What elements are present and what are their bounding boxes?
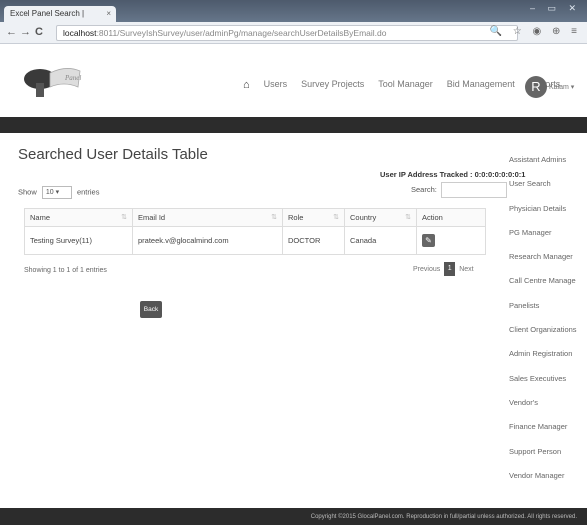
pager-current-page[interactable]: 1 (444, 262, 456, 276)
column-header-name[interactable]: Name ⇅ (24, 208, 133, 227)
logo-text: Panel (64, 74, 81, 82)
sidebar-item-admin-registration[interactable]: Admin Registration (504, 342, 587, 366)
avatar[interactable]: R (525, 76, 547, 98)
window-controls[interactable]: ‒ ▭ ✕ (530, 3, 581, 14)
column-header-role[interactable]: Role ⇅ (282, 208, 345, 227)
header-divider-bar (0, 117, 587, 133)
table-info: Showing 1 to 1 of 1 entries (24, 267, 107, 274)
sidebar-item-pg-manager[interactable]: PG Manager (504, 221, 587, 245)
sort-icon[interactable]: ⇅ (405, 213, 411, 221)
sidebar-item-panelists[interactable]: Panelists (504, 294, 587, 318)
nav-users[interactable]: Users (264, 79, 288, 91)
home-icon[interactable]: ⌂ (243, 79, 250, 91)
close-icon[interactable]: × (106, 9, 111, 18)
sort-icon[interactable]: ⇅ (333, 213, 339, 221)
sidebar-item-sales-executives[interactable]: Sales Executives (504, 367, 587, 391)
entries-label: entries (76, 187, 100, 197)
table-header-row: Name ⇅ Email Id ⇅ Role ⇅ Country ⇅ Action (24, 208, 486, 227)
url-path: :8011/SurveyIshSurvey/user/adminPg/manag… (96, 28, 387, 38)
user-details-table: Name ⇅ Email Id ⇅ Role ⇅ Country ⇅ Action Te… (24, 208, 486, 255)
sidebar-item-user-search[interactable]: User Search (504, 172, 587, 196)
table-row: Testing Survey(11) prateek.v@glocalmind.… (24, 226, 486, 255)
browser-toolbar: ← → C localhost:8011/SurveyIshSurvey/use… (0, 22, 587, 44)
pagination: Previous 1 Next (413, 262, 474, 276)
cell-action: ✎ (416, 226, 486, 255)
column-header-action: Action (416, 208, 486, 227)
top-nav: ⌂ Users Survey Projects Tool Manager Bid… (243, 79, 560, 91)
forward-arrow-icon[interactable]: → (20, 26, 31, 38)
back-button[interactable]: Back (140, 301, 162, 318)
nav-tool-manager[interactable]: Tool Manager (378, 79, 433, 91)
sidebar-item-finance-manager[interactable]: Finance Manager (504, 415, 587, 439)
sidebar-item-call-centre-manager[interactable]: Call Centre Manage (504, 269, 587, 293)
cell-role: DOCTOR (282, 226, 345, 255)
page-title: Searched User Details Table (18, 146, 208, 163)
show-label: Show (18, 187, 37, 197)
sort-icon[interactable]: ⇅ (121, 213, 127, 221)
browser-tab-title: Excel Panel Search | (10, 9, 85, 18)
toolbar-icons[interactable]: 🔍 ☆ ◉ ⊕ ≡ (490, 26, 581, 37)
sidebar-item-support-person[interactable]: Support Person (504, 440, 587, 464)
logo-icon[interactable]: Panel (20, 57, 84, 103)
address-bar[interactable]: localhost:8011/SurveyIshSurvey/user/admi… (56, 25, 518, 41)
right-sidebar: Assistant Admins User Search Physician D… (504, 148, 587, 488)
footer: Copyright ©2015 GlocalPanel.com. Reprodu… (0, 508, 587, 525)
nav-bid-management[interactable]: Bid Management (447, 79, 515, 91)
browser-tabstrip: Excel Panel Search | × ‒ ▭ ✕ (0, 0, 587, 22)
pager-next[interactable]: Next (459, 266, 473, 273)
sidebar-item-physician-details[interactable]: Physician Details (504, 197, 587, 221)
column-header-email[interactable]: Email Id ⇅ (132, 208, 283, 227)
sidebar-item-vendors[interactable]: Vendor's (504, 391, 587, 415)
site-header: Panel ⌂ Users Survey Projects Tool Manag… (0, 45, 587, 115)
url-host: localhost (63, 28, 97, 38)
sort-icon[interactable]: ⇅ (271, 213, 277, 221)
sidebar-item-research-manager[interactable]: Research Manager (504, 245, 587, 269)
nav-survey-projects[interactable]: Survey Projects (301, 79, 364, 91)
cell-country: Canada (344, 226, 417, 255)
entries-select-value: 10 (45, 189, 54, 196)
table-search: Search: (411, 182, 507, 198)
pager-previous[interactable]: Previous (413, 266, 440, 273)
back-arrow-icon[interactable]: ← (6, 26, 17, 38)
search-input[interactable] (440, 182, 507, 198)
sidebar-item-client-organizations[interactable]: Client Organizations (504, 318, 587, 342)
show-entries: Show 10 ▾ entries (18, 186, 99, 199)
sidebar-item-vendor-manager[interactable]: Vendor Manager (504, 464, 587, 488)
reload-icon[interactable]: C (35, 26, 43, 38)
cell-name: Testing Survey(11) (24, 226, 133, 255)
search-label: Search: (411, 184, 437, 194)
cell-email: prateek.v@glocalmind.com (132, 226, 283, 255)
sidebar-item-assistant-admins[interactable]: Assistant Admins (504, 148, 587, 172)
edit-icon[interactable]: ✎ (422, 234, 435, 247)
main-content: Searched User Details Table User IP Addr… (18, 146, 525, 318)
column-header-country[interactable]: Country ⇅ (344, 208, 417, 227)
user-menu[interactable]: Kalam ▾ (549, 83, 574, 91)
entries-select[interactable]: 10 ▾ (41, 186, 72, 199)
browser-tab[interactable]: Excel Panel Search | × (4, 6, 116, 22)
